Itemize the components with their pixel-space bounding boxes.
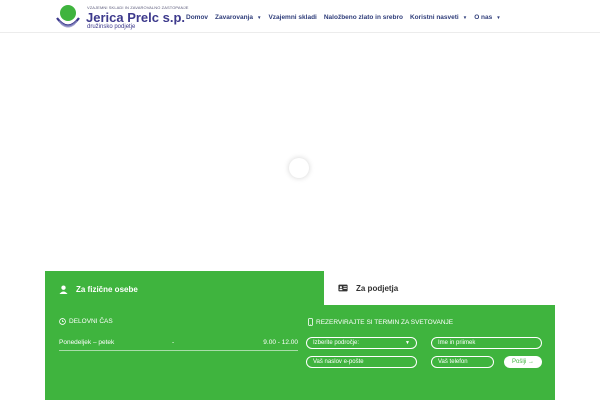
tab-business-label: Za podjetja (356, 283, 399, 293)
area-select-label: Izberite področje: (313, 340, 360, 346)
nav-item-vzajemni-skladi[interactable]: Vzajemni skladi (268, 14, 316, 21)
name-placeholder: Ime in priimek (438, 340, 476, 346)
mobile-icon (308, 318, 313, 326)
hours-row: Ponedeljek – petek - 9.00 - 12.00 (59, 337, 298, 351)
booking-title-text: REZERVIRAJTE SI TERMIN ZA SVETOVANJE (316, 318, 454, 326)
clock-icon (59, 318, 66, 325)
contact-panel: DELOVNI ČAS Ponedeljek – petek - 9.00 - … (45, 305, 555, 400)
tab-business[interactable]: Za podjetja (324, 271, 555, 305)
phone-placeholder: Vaš telefon (438, 359, 468, 365)
nav-item-koristni-nasveti[interactable]: Koristni nasveti ▼ (410, 14, 467, 21)
loading-spinner (289, 158, 309, 178)
nav-item-label: Zavarovanja (215, 14, 253, 21)
area-select[interactable]: Izberite področje: ▼ (306, 337, 417, 349)
hours-day: Ponedeljek – petek (59, 339, 115, 346)
hours-title: DELOVNI ČAS (59, 318, 113, 325)
nav-item-nalozbeno-zlato[interactable]: Naložbeno zlato in srebro (324, 14, 403, 21)
send-button[interactable]: Pošlji → (504, 356, 542, 368)
email-placeholder: Vaš naslov e-pošte (313, 359, 364, 365)
user-icon (59, 285, 68, 294)
id-card-icon (338, 284, 348, 292)
tab-private-label: Za fizične osebe (76, 284, 138, 294)
hours-title-text: DELOVNI ČAS (69, 318, 113, 325)
nav-item-label: Domov (186, 14, 209, 21)
logo-name: Jerica Prelc s.p. (86, 10, 186, 25)
caret-down-icon: ▼ (256, 15, 262, 20)
nav-item-zavarovanja[interactable]: Zavarovanja ▼ (215, 14, 261, 21)
nav-item-label: O nas (474, 14, 493, 21)
nav-item-label: Vzajemni skladi (268, 14, 317, 21)
nav-item-domov[interactable]: Domov (186, 14, 208, 21)
phone-input[interactable]: Vaš telefon (431, 356, 494, 368)
site-header: VZAJEMNI SKLADI IN ZAVAROVALNO ZASTOPANJ… (0, 0, 600, 33)
main-nav: Domov Zavarovanja ▼ Vzajemni skladi Nalož… (186, 14, 508, 21)
site-logo[interactable]: VZAJEMNI SKLADI IN ZAVAROVALNO ZASTOPANJ… (52, 2, 188, 32)
hours-separator: - (172, 339, 175, 346)
caret-down-icon: ▼ (462, 15, 468, 20)
logo-subtitle: družinsko podjetje (87, 24, 136, 30)
nav-item-o-nas[interactable]: O nas ▼ (474, 14, 501, 21)
logo-mark-icon (56, 5, 80, 28)
booking-title: REZERVIRAJTE SI TERMIN ZA SVETOVANJE (308, 318, 453, 326)
email-input[interactable]: Vaš naslov e-pošte (306, 356, 417, 368)
tab-private-persons[interactable]: Za fizične osebe (45, 271, 324, 307)
nav-item-label: Koristni nasveti (409, 14, 459, 21)
page: VZAJEMNI SKLADI IN ZAVAROVALNO ZASTOPANJ… (0, 0, 600, 400)
caret-down-icon: ▼ (496, 15, 501, 20)
hours-time: 9.00 - 12.00 (263, 339, 298, 346)
nav-item-label: Naložbeno zlato in srebro (323, 14, 403, 21)
chevron-down-icon: ▼ (405, 340, 410, 346)
name-input[interactable]: Ime in priimek (431, 337, 542, 349)
